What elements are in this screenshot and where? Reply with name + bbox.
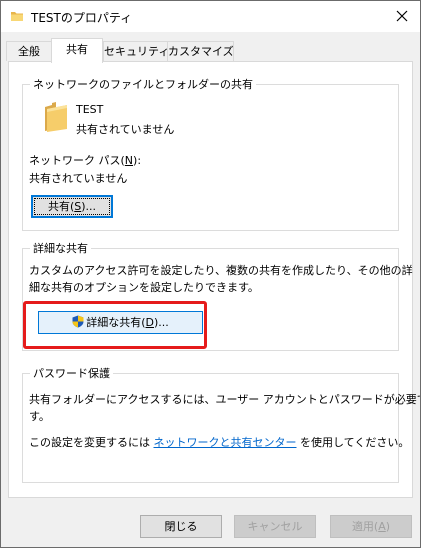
tab-sharing[interactable]: 共有 (51, 38, 103, 63)
close-icon (396, 10, 408, 22)
cancel-button[interactable]: キャンセル (234, 515, 316, 538)
folder-icon (45, 102, 67, 132)
network-share-group: ネットワークのファイルとフォルダーの共有 TEST 共有されていません ネットワ… (22, 76, 399, 231)
share-button[interactable]: 共有(S)... (31, 195, 113, 218)
window-title: TESTのプロパティ (31, 11, 133, 25)
password-description-line1: 共有フォルダーにアクセスするには、ユーザー アカウントとパスワードが必要で (29, 393, 421, 406)
password-description-line2: す。 (29, 410, 50, 423)
advanced-share-description-line2: 細な共有のオプションを設定したりできます。 (29, 281, 259, 294)
network-path-value: 共有されていません (29, 172, 128, 185)
sharing-tab-panel: ネットワークのファイルとフォルダーの共有 TEST 共有されていません ネットワ… (8, 61, 420, 498)
advanced-share-description-line1: カスタムのアクセス許可を設定したり、複数の共有を作成したり、その他の詳 (29, 264, 413, 277)
advanced-share-legend: 詳細な共有 (30, 240, 91, 256)
tab-general[interactable]: 全般 (6, 41, 52, 61)
password-protection-legend: パスワード保護 (30, 365, 113, 381)
tab-strip: 全般 共有 セキュリティ カスタマイズ (1, 32, 420, 63)
folder-icon (11, 12, 23, 21)
close-button[interactable]: 閉じる (140, 515, 222, 538)
network-share-legend: ネットワークのファイルとフォルダーの共有 (30, 76, 256, 92)
close-window-button[interactable] (384, 1, 420, 32)
folder-share-status: 共有されていません (76, 123, 175, 136)
uac-shield-icon (72, 315, 84, 328)
password-protection-group: パスワード保護 共有フォルダーにアクセスするには、ユーザー アカウントとパスワー… (22, 365, 420, 483)
tab-security[interactable]: セキュリティ (103, 41, 169, 61)
folder-name: TEST (76, 103, 104, 116)
apply-button[interactable]: 適用(A) (330, 515, 412, 538)
tab-customize[interactable]: カスタマイズ (167, 41, 234, 61)
properties-window: TESTのプロパティ 全般 共有 セキュリティ カスタマイズ ネットワークのファ… (0, 0, 421, 548)
advanced-share-group: 詳細な共有 カスタムのアクセス許可を設定したり、複数の共有を作成したり、その他の… (22, 240, 413, 351)
network-sharing-center-link[interactable]: ネットワークと共有センター (154, 436, 297, 449)
advanced-share-button[interactable]: 詳細な共有(D)... (38, 311, 203, 334)
title-bar[interactable]: TESTのプロパティ (1, 1, 420, 32)
password-change-text: この設定を変更するには ネットワークと共有センター を使用してください。 (29, 436, 410, 449)
network-path-label: ネットワーク パス(N): (29, 154, 142, 167)
